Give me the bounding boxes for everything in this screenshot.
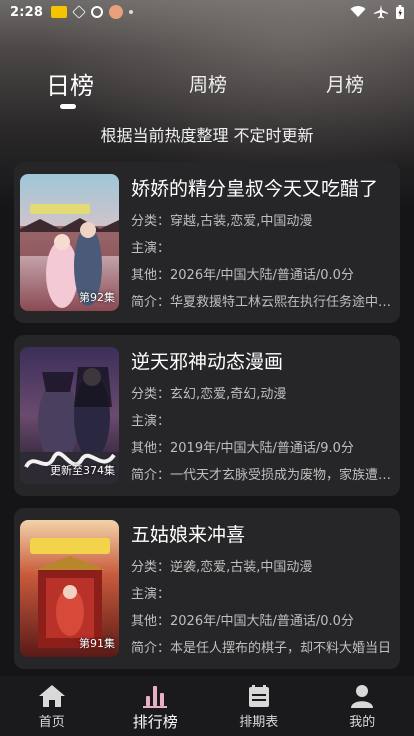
item-title[interactable]: 五姑娘来冲喜 — [131, 520, 393, 546]
item-cast: 主演： — [131, 587, 171, 602]
item-other: 其他：2019年/中国大陆/普通话/9.0分 — [131, 441, 354, 456]
active-tab-indicator — [60, 104, 76, 109]
item-intro: 简介：华夏救援特工林云熙在执行任务途中不幸遇难 — [131, 295, 393, 310]
nav-home[interactable]: 首页 — [0, 676, 104, 736]
status-bar: 2:28 — [0, 0, 414, 24]
ranking-card[interactable]: 更新至374集 逆天邪神动态漫画 分类：玄幻,恋爱,奇幻,动漫 主演： 其他：2… — [14, 335, 400, 496]
settings-notification-icon — [91, 6, 104, 18]
item-other: 其他：2026年/中国大陆/普通话/0.0分 — [131, 614, 354, 629]
nav-schedule[interactable]: 排期表 — [207, 676, 311, 736]
nav-label: 我的 — [349, 715, 376, 730]
cover-image[interactable]: 第91集 — [20, 520, 119, 657]
nav-label: 排行榜 — [132, 713, 178, 731]
more-notifications-dot-icon — [129, 10, 134, 14]
episode-badge: 更新至374集 — [50, 464, 115, 477]
tab-monthly[interactable]: 月榜 — [326, 70, 364, 97]
tab-daily[interactable]: 日榜 — [46, 66, 94, 101]
nav-label: 排期表 — [239, 715, 279, 730]
ranking-card[interactable]: 第91集 五姑娘来冲喜 分类：逆袭,恋爱,古装,中国动漫 主演： 其他：2026… — [14, 508, 400, 669]
nav-profile[interactable]: 我的 — [311, 676, 414, 736]
item-other: 其他：2026年/中国大陆/普通话/0.0分 — [131, 268, 354, 283]
cover-image[interactable]: 更新至374集 — [20, 347, 119, 484]
ranking-icon — [143, 686, 168, 708]
box-icon — [72, 5, 86, 19]
tab-weekly[interactable]: 周榜 — [189, 70, 227, 97]
episode-badge: 第92集 — [79, 291, 115, 304]
profile-icon — [351, 685, 374, 708]
item-cast: 主演： — [131, 414, 171, 429]
ranking-subtitle: 根据当前热度整理 不定时更新 — [100, 126, 314, 145]
ranking-tabs: 日榜 周榜 月榜 — [0, 70, 414, 110]
item-title[interactable]: 娇娇的精分皇叔今天又吃醋了 — [131, 174, 393, 200]
avatar-notification-icon — [109, 5, 124, 19]
wifi-icon — [350, 6, 366, 18]
calendar-icon — [248, 685, 269, 707]
item-title[interactable]: 逆天邪神动态漫画 — [131, 347, 393, 373]
ranking-list: 第92集 娇娇的精分皇叔今天又吃醋了 分类：穿越,古装,恋爱,中国动漫 主演： … — [14, 162, 400, 681]
item-category: 分类：玄幻,恋爱,奇幻,动漫 — [131, 387, 287, 402]
bottom-navigation: 首页 排行榜 排期表 我的 — [0, 676, 414, 736]
nav-label: 首页 — [38, 715, 65, 730]
nav-ranking[interactable]: 排行榜 — [104, 676, 208, 736]
item-intro: 简介：本是任人摆布的棋子，却不料大婚当日 — [131, 641, 392, 656]
airplane-mode-icon — [374, 5, 388, 19]
item-intro: 简介：一代天才玄脉受损成为废物，家族遭受灭门 — [131, 468, 393, 483]
ranking-card[interactable]: 第92集 娇娇的精分皇叔今天又吃醋了 分类：穿越,古装,恋爱,中国动漫 主演： … — [14, 162, 400, 323]
app-notification-icon — [51, 6, 68, 18]
item-category: 分类：逆袭,恋爱,古装,中国动漫 — [131, 560, 313, 575]
status-time: 2:28 — [10, 4, 44, 20]
home-icon — [38, 685, 65, 707]
cover-image[interactable]: 第92集 — [20, 174, 119, 311]
item-category: 分类：穿越,古装,恋爱,中国动漫 — [131, 214, 313, 229]
item-cast: 主演： — [131, 241, 171, 256]
episode-badge: 第91集 — [79, 637, 115, 650]
battery-icon — [396, 5, 404, 19]
